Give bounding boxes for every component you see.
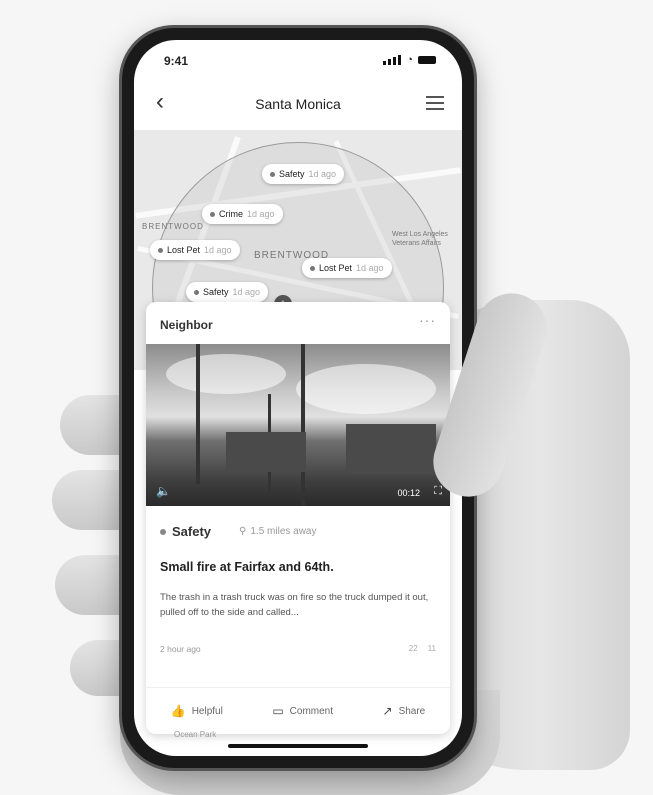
signal-icon [383, 55, 402, 65]
post-body: The trash in a trash truck was on fire s… [160, 592, 429, 618]
comment-button[interactable]: ▭ Comment [272, 704, 333, 718]
helpful-button[interactable]: 👍 Helpful [171, 704, 223, 718]
map-pin[interactable]: Safety 1d ago [262, 164, 345, 184]
map-pin[interactable]: Safety 1d ago [186, 282, 269, 302]
location-icon: ⚲ [239, 526, 247, 537]
post-counts: 22 11 [409, 644, 436, 653]
more-icon[interactable]: ··· [419, 312, 436, 328]
post-author: Neighbor [160, 318, 213, 332]
post-distance: ⚲ 1.5 miles away [239, 526, 317, 537]
phone-screen: 9:41 ◔ ‹ Santa Monica BRENTWOOD BRENTWOO… [134, 40, 462, 756]
comment-count: 11 [427, 644, 436, 653]
comment-icon: ▭ [272, 704, 284, 718]
share-button[interactable]: ↗ Share [383, 704, 426, 718]
post-actions: 👍 Helpful ▭ Comment ↗ Share [146, 687, 450, 734]
status-time: 9:41 [164, 54, 189, 68]
post-headline: Small fire at Fairfax and 64th. [160, 560, 334, 574]
video-duration: 00:12 [397, 488, 420, 498]
map-pin[interactable]: Lost Pet 1d ago [150, 240, 240, 260]
map-label: BRENTWOOD [142, 222, 204, 231]
volume-icon[interactable]: 🔈 [156, 484, 171, 498]
map-pin[interactable]: Crime 1d ago [202, 204, 283, 224]
map-label-bottom: Ocean Park [174, 730, 217, 739]
thumbs-up-icon: 👍 [170, 704, 186, 718]
battery-icon [418, 56, 436, 64]
status-icons: ◔ [383, 54, 436, 66]
wifi-icon: ◔ [406, 54, 413, 66]
share-icon: ↗ [382, 704, 393, 718]
post-meta: Safety ⚲ 1.5 miles away [160, 524, 317, 539]
map-pin[interactable]: Lost Pet 1d ago [302, 258, 392, 278]
sliders-icon[interactable] [426, 96, 444, 114]
phone: 9:41 ◔ ‹ Santa Monica BRENTWOOD BRENTWOO… [122, 28, 474, 768]
post-video[interactable]: 🔈 00:12 ⛶ [146, 344, 450, 506]
category-dot [160, 528, 166, 535]
post-card[interactable]: Neighbor ··· 🔈 00:12 ⛶ Safety ⚲ 1.5 mile… [146, 302, 450, 734]
post-timestamp: 2 hour ago [160, 644, 201, 654]
status-bar: 9:41 ◔ [134, 40, 462, 80]
helpful-count: 22 [408, 644, 418, 653]
post-category: Safety [172, 524, 212, 539]
map-side-label: West Los Angeles Veterans Affairs [392, 231, 448, 247]
fullscreen-icon[interactable]: ⛶ [434, 485, 442, 498]
nav-bar: ‹ Santa Monica [134, 84, 462, 124]
page-title: Santa Monica [255, 96, 341, 112]
home-indicator [228, 744, 368, 748]
